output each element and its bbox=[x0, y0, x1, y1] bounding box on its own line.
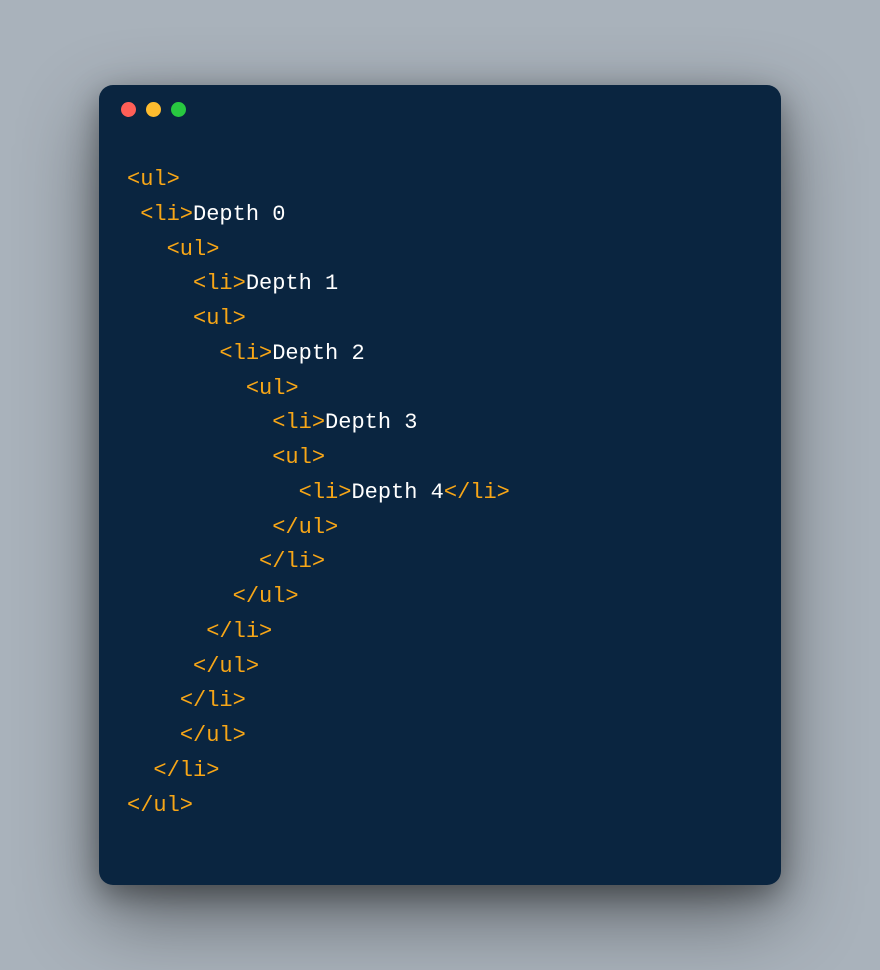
code-tag: </li> bbox=[444, 480, 510, 505]
code-line: <li>Depth 0 bbox=[127, 198, 753, 233]
code-tag: <li> bbox=[193, 271, 246, 296]
code-line: <ul> bbox=[127, 441, 753, 476]
code-line: </ul> bbox=[127, 511, 753, 546]
code-line: </li> bbox=[127, 615, 753, 650]
code-line: <li>Depth 1 bbox=[127, 267, 753, 302]
code-tag: </ul> bbox=[127, 793, 193, 818]
code-tag: </ul> bbox=[233, 584, 299, 609]
code-text: Depth 3 bbox=[325, 410, 417, 435]
code-tag: </li> bbox=[259, 549, 325, 574]
code-indent bbox=[127, 376, 246, 401]
code-line: <li>Depth 2 bbox=[127, 337, 753, 372]
code-indent bbox=[127, 480, 299, 505]
close-icon[interactable] bbox=[121, 102, 136, 117]
code-indent bbox=[127, 758, 153, 783]
code-indent bbox=[127, 202, 140, 227]
code-line: <li>Depth 3 bbox=[127, 406, 753, 441]
code-text: Depth 4 bbox=[351, 480, 443, 505]
code-indent bbox=[127, 445, 272, 470]
code-indent bbox=[127, 271, 193, 296]
code-indent bbox=[127, 237, 167, 262]
code-text: Depth 1 bbox=[246, 271, 338, 296]
code-indent bbox=[127, 410, 272, 435]
code-tag: </ul> bbox=[193, 654, 259, 679]
code-line: <ul> bbox=[127, 372, 753, 407]
code-text: Depth 0 bbox=[193, 202, 285, 227]
titlebar bbox=[99, 85, 781, 133]
code-indent bbox=[127, 306, 193, 331]
code-indent bbox=[127, 515, 272, 540]
code-line: </ul> bbox=[127, 719, 753, 754]
code-tag: <ul> bbox=[127, 167, 180, 192]
code-tag: <ul> bbox=[193, 306, 246, 331]
code-line: </ul> bbox=[127, 580, 753, 615]
code-line: </ul> bbox=[127, 789, 753, 824]
code-indent bbox=[127, 688, 180, 713]
code-tag: </li> bbox=[206, 619, 272, 644]
code-line: <ul> bbox=[127, 163, 753, 198]
code-tag: <ul> bbox=[246, 376, 299, 401]
maximize-icon[interactable] bbox=[171, 102, 186, 117]
code-line: </li> bbox=[127, 545, 753, 580]
minimize-icon[interactable] bbox=[146, 102, 161, 117]
code-indent bbox=[127, 549, 259, 574]
code-tag: <ul> bbox=[167, 237, 220, 262]
code-tag: <li> bbox=[299, 480, 352, 505]
code-tag: <ul> bbox=[272, 445, 325, 470]
code-line: </li> bbox=[127, 684, 753, 719]
code-tag: </ul> bbox=[272, 515, 338, 540]
code-window: <ul> <li>Depth 0 <ul> <li>Depth 1 <ul> <… bbox=[99, 85, 781, 885]
code-tag: <li> bbox=[272, 410, 325, 435]
code-tag: </li> bbox=[153, 758, 219, 783]
code-text: Depth 2 bbox=[272, 341, 364, 366]
code-indent bbox=[127, 619, 206, 644]
code-line: </ul> bbox=[127, 650, 753, 685]
code-line: <ul> bbox=[127, 233, 753, 268]
code-line: <ul> bbox=[127, 302, 753, 337]
code-line: <li>Depth 4</li> bbox=[127, 476, 753, 511]
code-tag: </ul> bbox=[180, 723, 246, 748]
code-tag: <li> bbox=[140, 202, 193, 227]
code-indent bbox=[127, 584, 233, 609]
code-tag: <li> bbox=[219, 341, 272, 366]
code-block: <ul> <li>Depth 0 <ul> <li>Depth 1 <ul> <… bbox=[99, 133, 781, 843]
code-indent bbox=[127, 654, 193, 679]
code-indent bbox=[127, 341, 219, 366]
code-indent bbox=[127, 723, 180, 748]
code-tag: </li> bbox=[180, 688, 246, 713]
code-line: </li> bbox=[127, 754, 753, 789]
